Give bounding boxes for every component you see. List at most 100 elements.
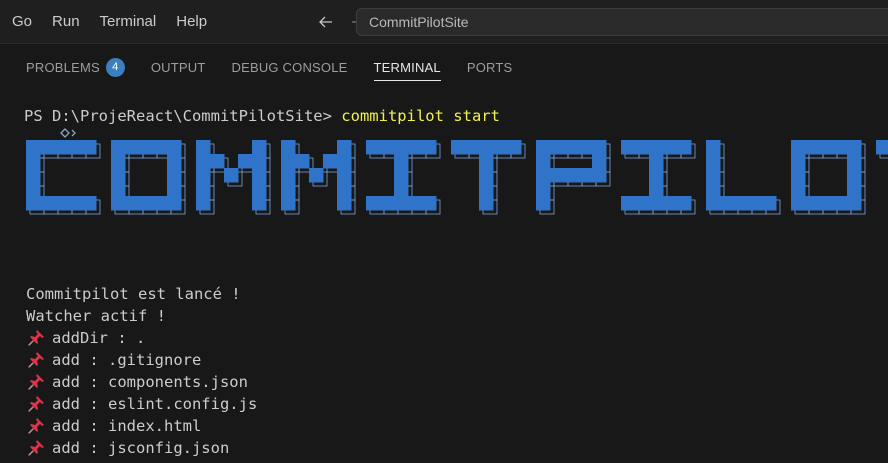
banner-block-cell <box>663 140 678 155</box>
banner-block-cell <box>592 168 607 183</box>
terminal-output-line: Commitpilot est lancé ! <box>26 283 241 305</box>
banner-block-cell <box>281 140 296 155</box>
banner-block-cell <box>422 196 437 211</box>
banner-block-cell <box>82 196 97 211</box>
back-arrow-icon[interactable] <box>315 11 337 33</box>
menu-go[interactable]: Go <box>0 8 42 36</box>
banner-block-cell <box>479 196 494 211</box>
banner-block-cell <box>26 154 41 169</box>
menu-help[interactable]: Help <box>166 8 217 36</box>
banner-block-cell <box>493 140 508 155</box>
banner-block-cell <box>649 196 664 211</box>
banner-block-cell <box>281 168 296 183</box>
banner-block-cell <box>408 140 423 155</box>
terminal-output-line: add : jsconfig.json <box>26 437 229 459</box>
banner-block-cell <box>281 196 296 211</box>
menu-terminal[interactable]: Terminal <box>90 8 167 36</box>
pushpin-icon <box>26 329 46 347</box>
banner-block-cell <box>833 196 848 211</box>
terminal-output-line: add : eslint.config.js <box>26 393 257 415</box>
banner-block-cell <box>167 168 182 183</box>
banner-block-cell <box>791 196 806 211</box>
banner-block-cell <box>649 140 664 155</box>
banner-block-cell <box>125 196 140 211</box>
terminal-output-text: Commitpilot est lancé ! <box>26 285 241 303</box>
banner-block-cell <box>54 140 69 155</box>
banner-block-cell <box>111 140 126 155</box>
banner-block-cell <box>167 140 182 155</box>
banner-block-cell <box>649 182 664 197</box>
banner-block-cell <box>536 168 551 183</box>
banner-block-cell <box>196 168 211 183</box>
banner-block-cell <box>677 196 692 211</box>
tab-debug-console[interactable]: DEBUG CONSOLE <box>232 44 348 90</box>
banner-block-cell <box>649 154 664 169</box>
panel-tab-bar: PROBLEMS 4 OUTPUT DEBUG CONSOLE TERMINAL… <box>0 44 888 90</box>
banner-block-cell <box>720 196 735 211</box>
terminal-output-text: addDir : . <box>52 329 146 347</box>
prompt-command: commitpilot start <box>341 107 500 125</box>
banner-block-cell <box>536 154 551 169</box>
banner-block-cell <box>394 154 409 169</box>
banner-block-cell <box>167 196 182 211</box>
tab-terminal-label: TERMINAL <box>373 59 441 75</box>
banner-block-cell <box>238 154 253 169</box>
command-center-search[interactable]: CommitPilotSite <box>356 8 888 36</box>
banner-block-cell <box>663 196 678 211</box>
banner-block-cell <box>847 154 862 169</box>
banner-block-cell <box>479 140 494 155</box>
banner-block-cell <box>125 140 140 155</box>
banner-block-cell <box>592 154 607 169</box>
banner-block-cell <box>649 168 664 183</box>
banner-block-cell <box>380 196 395 211</box>
tab-terminal[interactable]: TERMINAL <box>373 44 442 90</box>
banner-block-cell <box>706 182 721 197</box>
banner-block-cell <box>564 168 579 183</box>
banner-block-cell <box>196 140 211 155</box>
banner-block-cell <box>677 140 692 155</box>
banner-block-cell <box>196 196 211 211</box>
banner-block-cell <box>111 154 126 169</box>
terminal-output-text: add : .gitignore <box>52 351 202 369</box>
banner-block-cell <box>635 196 650 211</box>
banner-block-cell <box>847 140 862 155</box>
banner-block-cell <box>394 196 409 211</box>
terminal-output-text: Watcher actif ! <box>26 307 166 325</box>
command-decoration-icon <box>4 108 76 138</box>
banner-block-cell <box>252 140 267 155</box>
terminal-output-text: add : jsconfig.json <box>52 439 230 457</box>
banner-block-cell <box>791 168 806 183</box>
terminal-output-line: add : components.json <box>26 371 248 393</box>
banner-block-cell <box>833 140 848 155</box>
banner-block-cell <box>465 140 480 155</box>
banner-block-cell <box>153 140 168 155</box>
banner-block-cell <box>536 182 551 197</box>
banner-block-cell <box>762 196 777 211</box>
banner-block-cell <box>26 182 41 197</box>
menu-run[interactable]: Run <box>42 8 90 36</box>
problems-count-badge: 4 <box>105 57 125 77</box>
banner-block-cell <box>281 182 296 197</box>
banner-block-cell <box>876 140 888 155</box>
banner-block-cell <box>167 182 182 197</box>
banner-block-cell <box>550 140 565 155</box>
tab-ports[interactable]: PORTS <box>467 44 513 90</box>
banner-block-cell <box>847 168 862 183</box>
banner-block-cell <box>422 140 437 155</box>
pushpin-icon <box>26 417 46 435</box>
tab-problems[interactable]: PROBLEMS 4 <box>26 44 125 90</box>
banner-block-cell <box>295 154 310 169</box>
pushpin-icon <box>26 373 46 391</box>
tab-output[interactable]: OUTPUT <box>151 44 206 90</box>
banner-block-cell <box>323 154 338 169</box>
banner-block-cell <box>536 140 551 155</box>
banner-block-cell <box>366 196 381 211</box>
banner-block-cell <box>196 154 211 169</box>
banner-block-cell <box>706 140 721 155</box>
banner-block-cell <box>578 140 593 155</box>
banner-block-cell <box>26 196 41 211</box>
banner-block-cell <box>394 168 409 183</box>
terminal-view[interactable]: PS D:\ProjeReact\CommitPilotSite> commit… <box>0 90 888 457</box>
banner-block-cell <box>26 140 41 155</box>
banner-block-cell <box>252 182 267 197</box>
